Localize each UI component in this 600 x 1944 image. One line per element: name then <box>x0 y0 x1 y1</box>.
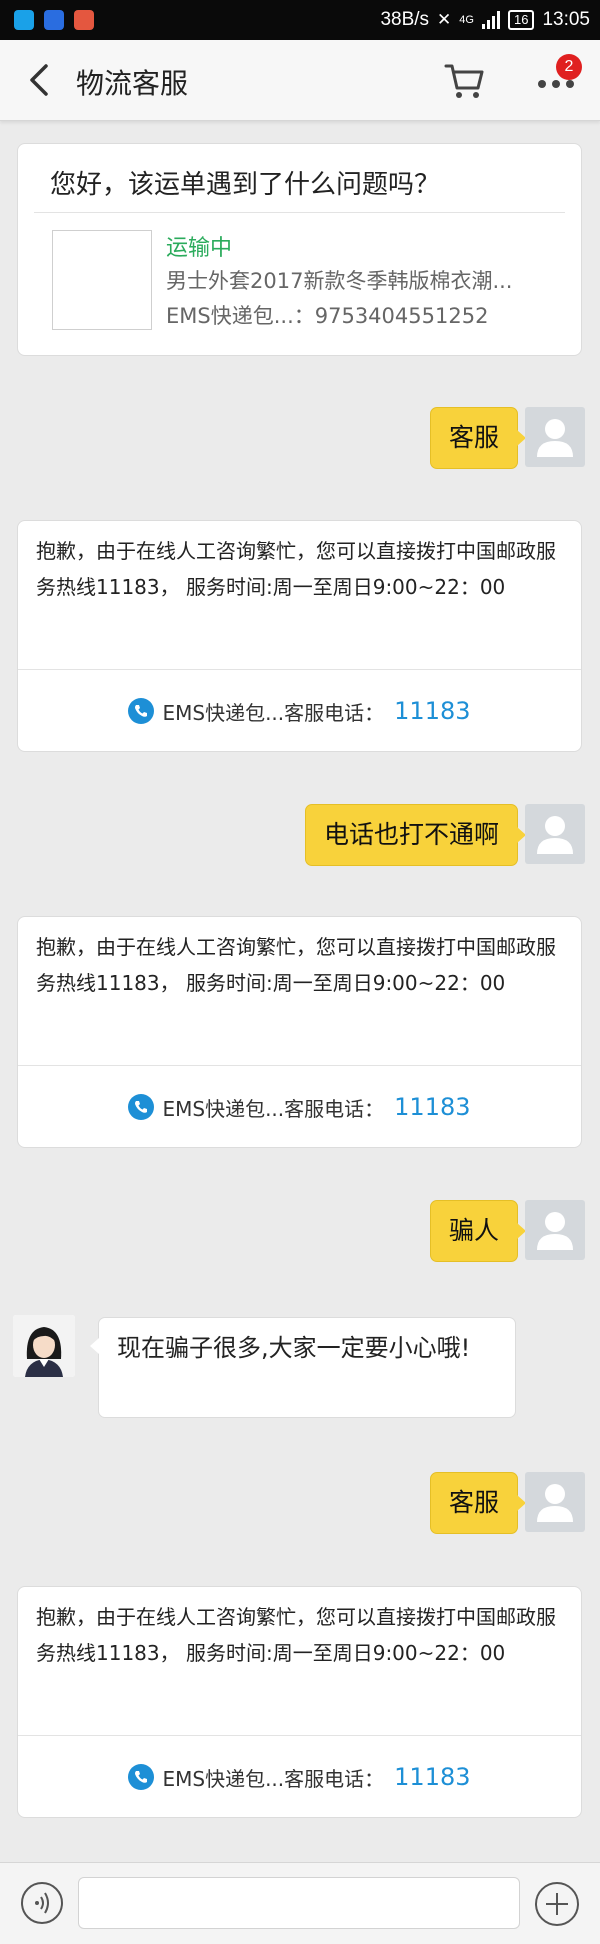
phone-icon <box>128 1094 155 1120</box>
user-avatar[interactable] <box>525 1472 585 1532</box>
user-message-bubble[interactable]: 电话也打不通啊 <box>304 804 527 866</box>
person-icon <box>537 1484 573 1522</box>
hotline-label: EMS快递包...客服电话： <box>162 1096 385 1121</box>
auto-reply-text: 抱歉，由于在线人工咨询繁忙，您可以直接拨打中国邮政服务热线11183， 服务时间… <box>36 1605 556 1665</box>
auto-reply-text: 抱歉，由于在线人工咨询繁忙，您可以直接拨打中国邮政服务热线11183， 服务时间… <box>36 539 556 599</box>
person-icon <box>537 1212 573 1250</box>
hotline-number[interactable]: 11183 <box>394 1763 470 1791</box>
alipay-app-icon <box>14 10 34 30</box>
notification-badge: 2 <box>556 54 582 80</box>
tracking-number: EMS快递包...：9753404551252 <box>166 304 489 328</box>
person-icon <box>537 816 573 854</box>
phone-icon <box>128 1764 155 1790</box>
hotline-label: EMS快递包...客服电话： <box>162 700 385 725</box>
back-arrow-icon[interactable] <box>22 58 58 102</box>
divider <box>34 212 565 213</box>
product-name: 男士外套2017新款冬季韩版棉衣潮... <box>166 269 513 293</box>
battery-icon: 16 <box>507 10 535 30</box>
health-app-icon <box>44 10 64 30</box>
agent-portrait-icon <box>13 1315 75 1377</box>
mute-icon: ✕ <box>437 10 452 29</box>
auto-reply-card: 抱歉，由于在线人工咨询繁忙，您可以直接拨打中国邮政服务热线11183， 服务时间… <box>17 916 582 1148</box>
add-icon[interactable] <box>534 1881 580 1927</box>
product-thumbnail <box>52 230 152 330</box>
network-type: 4G <box>459 14 474 26</box>
user-message-bubble[interactable]: 骗人 <box>429 1200 527 1262</box>
signal-icon <box>481 11 500 29</box>
user-avatar[interactable] <box>525 1200 585 1260</box>
user-avatar[interactable] <box>525 804 585 864</box>
app-header: 物流客服 2 <box>0 40 600 121</box>
user-message-bubble[interactable]: 客服 <box>429 407 527 469</box>
network-speed: 38B/s <box>380 9 430 30</box>
clock: 13:05 <box>542 9 590 30</box>
user-avatar[interactable] <box>525 407 585 467</box>
agent-message-bubble[interactable]: 现在骗子很多,大家一定要小心哦! <box>90 1317 516 1418</box>
agent-avatar[interactable] <box>13 1315 75 1377</box>
hotline-link[interactable]: EMS快递包...客服电话： 11183 <box>18 1066 581 1148</box>
auto-reply-card: 抱歉，由于在线人工咨询繁忙，您可以直接拨打中国邮政服务热线11183， 服务时间… <box>17 520 582 752</box>
input-bar <box>0 1862 600 1944</box>
auto-reply-card: 抱歉，由于在线人工咨询繁忙，您可以直接拨打中国邮政服务热线11183， 服务时间… <box>17 1586 582 1818</box>
hotline-link[interactable]: EMS快递包...客服电话： 11183 <box>18 1736 581 1818</box>
hotline-number[interactable]: 11183 <box>394 697 470 725</box>
taobao-app-icon <box>74 10 94 30</box>
order-question: 您好，该运单遇到了什么问题吗？ <box>50 170 441 200</box>
status-bar: 38B/s ✕ 4G 16 13:05 <box>0 0 600 40</box>
hotline-number[interactable]: 11183 <box>394 1093 470 1121</box>
page-title: 物流客服 <box>76 67 189 100</box>
battery-level: 16 <box>513 12 529 27</box>
message-input[interactable] <box>78 1877 520 1929</box>
hotline-link[interactable]: EMS快递包...客服电话： 11183 <box>18 670 581 752</box>
phone-icon <box>128 698 155 724</box>
hotline-label: EMS快递包...客服电话： <box>162 1766 385 1791</box>
user-message-bubble[interactable]: 客服 <box>429 1472 527 1534</box>
person-icon <box>537 419 573 457</box>
shipping-status: 运输中 <box>166 236 233 261</box>
order-card[interactable]: 您好，该运单遇到了什么问题吗？ 运输中 男士外套2017新款冬季韩版棉衣潮...… <box>17 143 582 356</box>
cart-icon[interactable] <box>442 58 486 102</box>
voice-input-icon[interactable] <box>20 1881 64 1925</box>
auto-reply-text: 抱歉，由于在线人工咨询繁忙，您可以直接拨打中国邮政服务热线11183， 服务时间… <box>36 935 556 995</box>
